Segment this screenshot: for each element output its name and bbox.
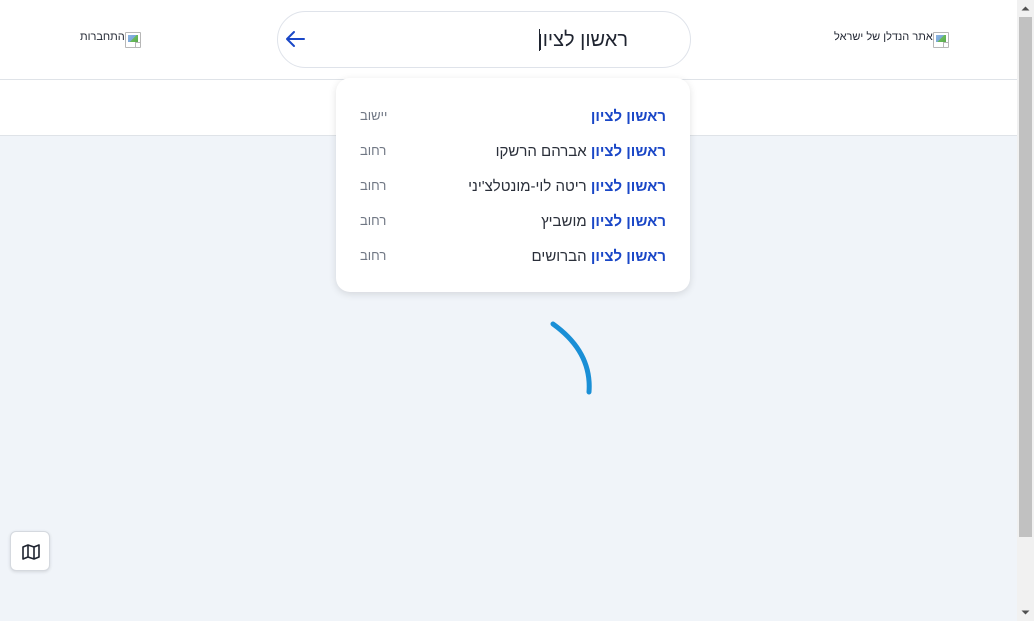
page: אתר הנדלן של ישראל התחברות ראשון לציון י…: [0, 0, 1017, 621]
search-suggestions: ראשון לציון יישוב ראשון לציון אברהם הרשק…: [336, 78, 690, 292]
loading-spinner-icon: [550, 321, 592, 395]
logo-alt-text: אתר הנדלן של ישראל: [834, 31, 933, 43]
text-caret: [539, 29, 540, 51]
suggestion-match: ראשון לציון: [590, 213, 666, 230]
suggestion-label: ראשון לציון ריטה לוי-מונטלצ'יני: [468, 178, 666, 195]
suggestion-type: רחוב: [360, 178, 387, 193]
scroll-up-arrow-icon[interactable]: [1017, 0, 1034, 17]
suggestion-rest: הברושים: [531, 248, 591, 265]
login-link[interactable]: התחברות: [80, 31, 141, 49]
suggestion-match: ראשון לציון: [590, 248, 666, 265]
login-alt-text: התחברות: [80, 31, 125, 43]
suggestion-label: ראשון לציון הברושים: [532, 248, 666, 265]
suggestion-item[interactable]: ראשון לציון אברהם הרשקו רחוב: [336, 133, 690, 168]
login-image-icon: [124, 32, 141, 48]
logo-image-icon: [932, 32, 949, 48]
suggestion-item[interactable]: ראשון לציון יישוב: [336, 98, 690, 133]
suggestion-match: ראשון לציון: [590, 178, 666, 195]
search-input[interactable]: [338, 22, 628, 58]
suggestion-label: ראשון לציון מושביץ: [541, 213, 666, 230]
vertical-scrollbar[interactable]: [1017, 0, 1034, 621]
suggestion-match: ראשון לציון: [590, 108, 666, 125]
suggestion-type: רחוב: [360, 213, 387, 228]
suggestion-type: יישוב: [360, 108, 388, 123]
suggestion-item[interactable]: ראשון לציון ריטה לוי-מונטלצ'יני רחוב: [336, 168, 690, 203]
suggestion-item[interactable]: ראשון לציון מושביץ רחוב: [336, 203, 690, 238]
suggestion-label: ראשון לציון: [591, 108, 666, 125]
suggestion-type: רחוב: [360, 248, 387, 263]
suggestion-rest: אברהם הרשקו: [495, 143, 591, 160]
suggestion-label: ראשון לציון אברהם הרשקו: [496, 143, 666, 160]
search-box: [277, 11, 691, 68]
scroll-down-arrow-icon[interactable]: [1017, 604, 1034, 621]
suggestion-type: רחוב: [360, 143, 387, 158]
suggestion-item[interactable]: ראשון לציון הברושים רחוב: [336, 238, 690, 273]
top-header: אתר הנדלן של ישראל התחברות: [0, 0, 1017, 80]
site-logo[interactable]: אתר הנדלן של ישראל: [834, 31, 949, 49]
map-view-button[interactable]: [10, 531, 50, 571]
map-icon: [22, 544, 40, 560]
suggestion-match: ראשון לציון: [590, 143, 666, 160]
suggestion-rest: ריטה לוי-מונטלצ'יני: [468, 178, 591, 195]
arrow-left-icon[interactable]: [282, 26, 308, 52]
scrollbar-thumb[interactable]: [1019, 17, 1032, 537]
suggestion-rest: מושביץ: [541, 213, 591, 230]
